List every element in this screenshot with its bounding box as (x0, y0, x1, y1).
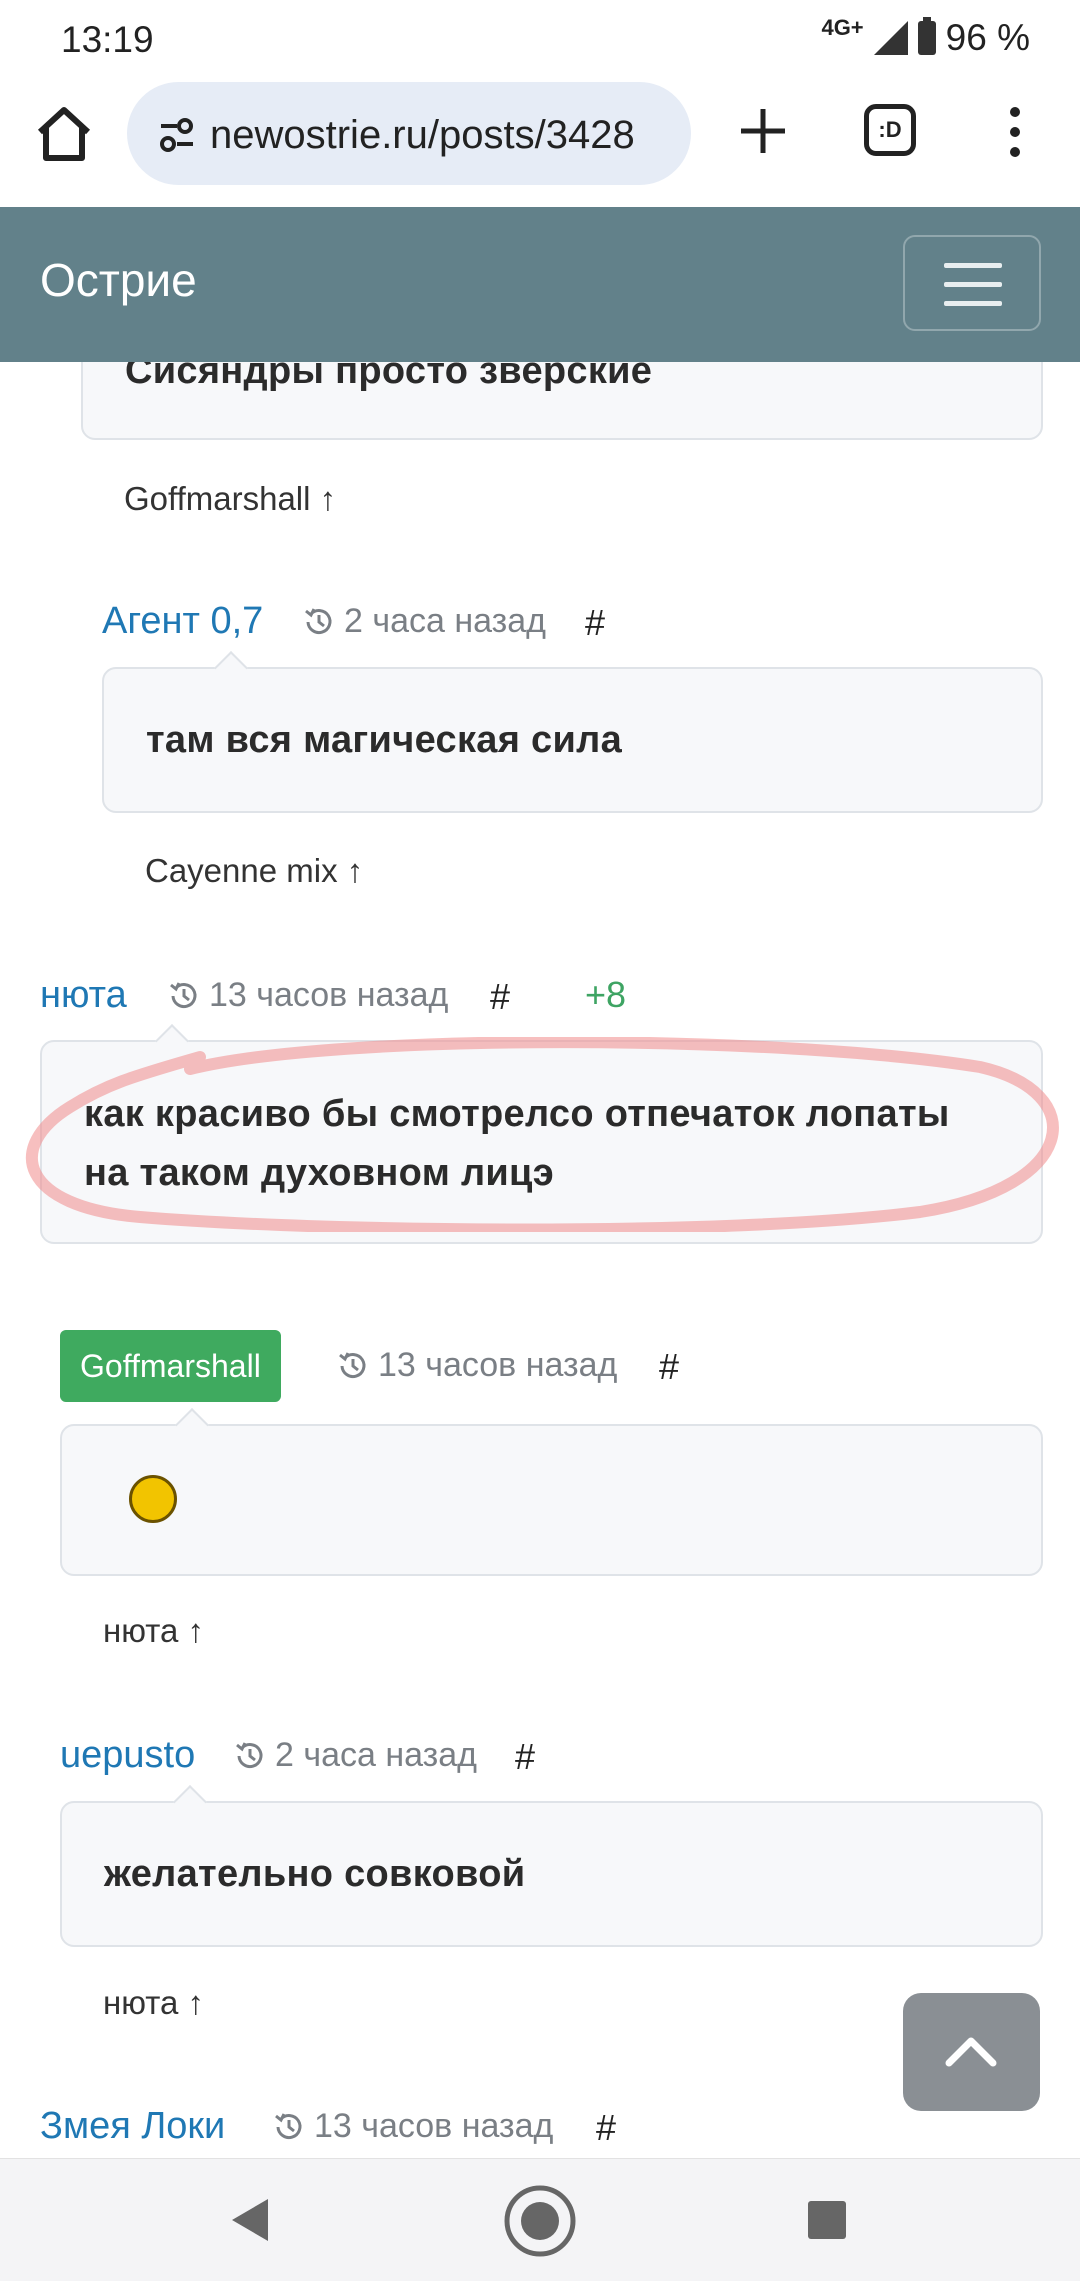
comment-permalink[interactable]: # (596, 2107, 616, 2149)
battery-icon (917, 17, 936, 55)
comment-author[interactable]: uepusto (60, 1734, 195, 1777)
comment-time: 13 часов назад (167, 976, 448, 1015)
comment-permalink[interactable]: # (659, 1346, 679, 1388)
status-bar: 13:19 4G+ 96 % (0, 0, 1080, 78)
comment-author[interactable]: нюта (40, 974, 127, 1017)
status-time: 13:19 (61, 19, 154, 60)
comment-permalink[interactable]: # (585, 602, 605, 644)
reply-link[interactable]: Goffmarshall ↑ (124, 480, 336, 518)
nav-toggle-button[interactable] (903, 235, 1041, 331)
comments-list: Сисяндры просто зверские Goffmarshall ↑ … (0, 362, 1080, 2158)
reply-link[interactable]: нюта ↑ (103, 1984, 204, 2022)
network-type: 4G+ (821, 15, 864, 40)
comment-text-line: как красиво бы смотрелсо отпечаток лопат… (84, 1093, 950, 1135)
smiley-emoji-icon (129, 1475, 177, 1523)
home-icon[interactable] (32, 102, 96, 166)
comment-body (60, 1424, 1043, 1576)
more-menu-icon[interactable] (1000, 102, 1030, 162)
hamburger-icon (944, 263, 1002, 268)
history-icon (275, 2112, 302, 2139)
comment-text: желательно совковой (104, 1853, 526, 1895)
history-icon (305, 607, 332, 634)
recents-icon[interactable] (806, 2199, 848, 2241)
url-text[interactable]: newostrie.ru/posts/3428 (210, 113, 635, 158)
comment-time: 13 часов назад (336, 1346, 617, 1385)
comment-permalink[interactable]: # (490, 976, 510, 1018)
system-nav-bar (0, 2158, 1080, 2281)
comment-time: 13 часов назад (272, 2107, 553, 2146)
comment-rating: +8 (585, 974, 627, 1015)
new-tab-icon[interactable] (733, 101, 793, 161)
scroll-to-top-button[interactable] (903, 1993, 1040, 2111)
status-icons: 4G+ 96 % (821, 15, 1030, 60)
tab-switcher-button[interactable]: :D (864, 104, 916, 156)
history-icon (170, 981, 197, 1008)
battery-level: 96 % (945, 17, 1030, 58)
comment-time: 2 часа назад (302, 602, 546, 641)
site-navbar: Острие (0, 207, 1080, 362)
comment-text: Сисяндры просто зверские (125, 362, 653, 392)
comment-permalink[interactable]: # (515, 1736, 535, 1778)
comment-text-line: на таком духовном лицэ (84, 1152, 555, 1194)
comment-author[interactable]: Агент 0,7 (102, 600, 263, 643)
comment-time: 2 часа назад (233, 1736, 477, 1775)
site-settings-icon[interactable] (157, 118, 197, 152)
comment-author[interactable]: Змея Локи (40, 2105, 225, 2148)
home-nav-icon[interactable] (502, 2183, 578, 2259)
history-icon (339, 1351, 366, 1378)
back-icon[interactable] (226, 2195, 272, 2245)
site-brand[interactable]: Острие (40, 253, 197, 307)
signal-icon (873, 21, 908, 55)
chevron-up-icon (945, 2037, 997, 2067)
comment-author-badge[interactable]: Goffmarshall (60, 1330, 281, 1402)
address-bar[interactable]: newostrie.ru/posts/3428 (127, 82, 691, 185)
reply-link[interactable]: Cayenne mix ↑ (145, 852, 363, 890)
history-icon (236, 1741, 263, 1768)
browser-toolbar: newostrie.ru/posts/3428 :D (0, 78, 1080, 206)
reply-link[interactable]: нюта ↑ (103, 1612, 204, 1650)
comment-text: там вся магическая сила (146, 719, 622, 761)
